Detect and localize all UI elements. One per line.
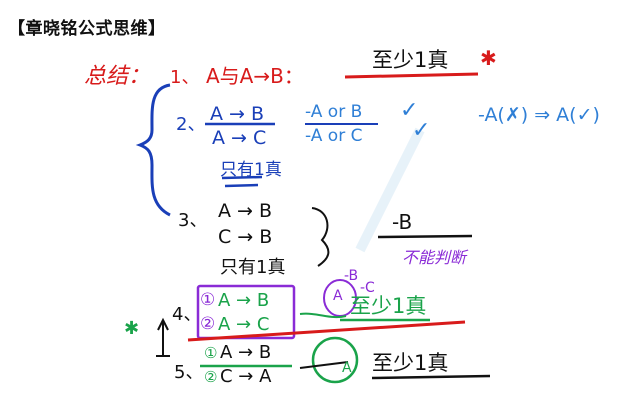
item5-line1: A → B [220, 342, 272, 363]
item4-bubble1: -B [344, 268, 359, 284]
left-axis [157, 317, 169, 356]
left-brace [135, 83, 171, 217]
item3-line2: C → B [218, 226, 273, 248]
item3-brace [311, 207, 330, 267]
item5-bubble: A [342, 360, 352, 376]
item4-circle2: ② [200, 314, 216, 334]
item3-line3: 只有1真 [220, 257, 286, 278]
item5-number: 5、 [174, 362, 204, 383]
item4-number: 4、 [172, 304, 202, 325]
item4-line2: A → C [218, 314, 270, 335]
summary-label: 总结： [84, 64, 151, 89]
item1-result: 至少1真 [372, 48, 449, 72]
item2-note: -A(✗) ⇒ A(✓) [478, 104, 600, 126]
item2-bottom: A → C [212, 127, 267, 149]
item4-circle1: ① [200, 290, 216, 310]
item3-result-line [377, 234, 473, 239]
item2-number: 2、 [176, 114, 206, 135]
item3-result: -B [392, 210, 413, 234]
item2-top: A → B [210, 103, 265, 125]
item5-result: 至少1真 [372, 351, 449, 375]
item5-circle2: ② [204, 368, 218, 386]
item4-bubble-a: A [333, 288, 343, 304]
item5-arrow [299, 361, 349, 369]
item2-check2-icon: ✓ [412, 118, 431, 143]
item4-line1: A → B [218, 290, 270, 311]
item5-line2: C → A [220, 366, 272, 387]
item5-circle1: ① [204, 344, 218, 362]
item1-number: 1、 [170, 67, 200, 88]
item2-side1: -A or B [305, 102, 363, 122]
item3-number: 3、 [178, 210, 208, 231]
item1-star-icon: ✱ [480, 46, 497, 70]
item4-result: 至少1真 [350, 294, 427, 318]
item3-note: 不能判断 [402, 248, 467, 267]
item1-underline [344, 72, 479, 79]
item1-text: A与A→B： [206, 64, 304, 88]
item2-side2: -A or C [305, 126, 363, 146]
item3-line1: A → B [218, 200, 273, 222]
item2-conclusion: 只有1真 [220, 160, 282, 180]
star-icon: ✱ [124, 318, 140, 339]
